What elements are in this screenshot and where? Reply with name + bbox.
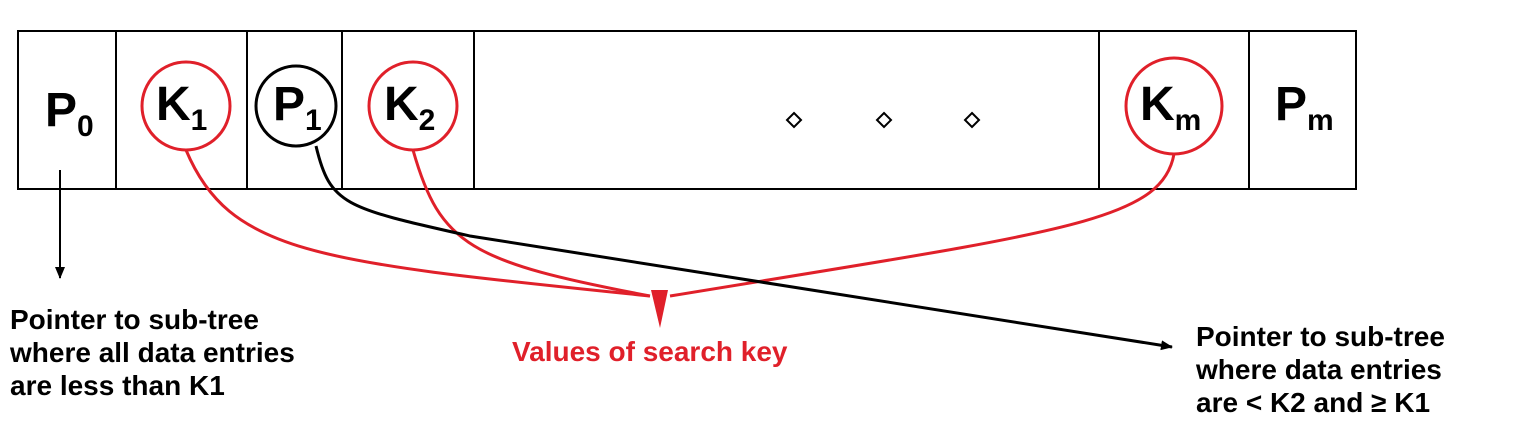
right-note-line: Pointer to sub-tree [1196, 321, 1445, 352]
left-note-line: where all data entries [10, 337, 295, 368]
center-note-text: Values of search key [512, 336, 788, 367]
cell-label-k1: K1 [156, 78, 207, 137]
ellipsis-diamond [875, 111, 893, 129]
center-note: Values of search key [512, 335, 788, 368]
right-note: Pointer to sub-tree where data entries a… [1196, 320, 1445, 419]
p1-pointer-curve [314, 145, 1173, 351]
search-key-arrowhead [651, 290, 668, 328]
ellipsis-diamonds [785, 111, 981, 129]
left-note: Pointer to sub-tree where all data entri… [10, 303, 295, 402]
right-note-line: are < K2 and ≥ K1 [1196, 387, 1431, 418]
left-note-line: are less than K1 [10, 370, 225, 401]
right-note-line: where data entries [1196, 354, 1442, 385]
cell-label-pm: Pm [1275, 78, 1334, 137]
cell-label-p0: P0 [45, 84, 94, 143]
search-key-curves [184, 149, 1176, 298]
left-note-line: Pointer to sub-tree [10, 304, 259, 335]
ellipsis-diamond [963, 111, 981, 129]
cell-label-km: Km [1140, 78, 1201, 137]
ellipsis-diamond [785, 111, 803, 129]
cell-label-k2: K2 [384, 78, 435, 137]
cell-label-p1: P1 [273, 78, 322, 137]
